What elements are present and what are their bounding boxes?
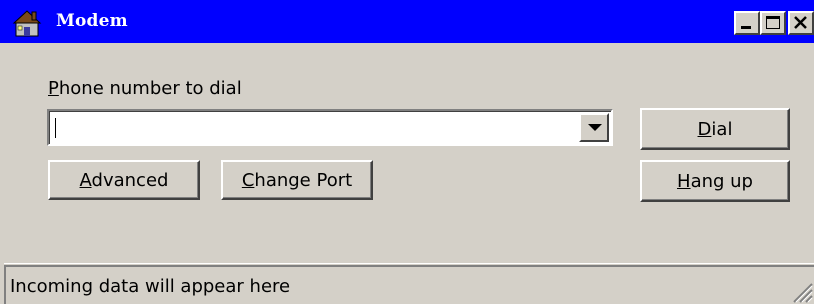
maximize-button[interactable]	[760, 11, 786, 35]
close-button[interactable]	[788, 11, 814, 35]
change-port-mnemonic: C	[241, 169, 255, 191]
status-divider	[4, 263, 814, 264]
phone-label-mnemonic: P	[48, 78, 59, 99]
close-icon	[794, 16, 807, 29]
phone-label-text: hone number to dial	[58, 78, 242, 99]
advanced-label: dvanced	[91, 169, 169, 191]
advanced-button[interactable]: Advanced	[48, 160, 200, 200]
title-bar[interactable]: Modem	[0, 0, 814, 43]
phone-number-label: Phone number to dial	[48, 78, 242, 99]
dial-label: ial	[711, 118, 733, 140]
hang-up-button[interactable]: Hang up	[640, 160, 790, 202]
phone-number-combobox[interactable]	[47, 109, 613, 146]
minimize-icon	[741, 26, 751, 29]
modem-window: Modem Phone number to dial Dial Advanced…	[0, 0, 814, 304]
hang-up-mnemonic: H	[677, 170, 691, 192]
chevron-down-icon	[588, 124, 602, 131]
text-caret	[55, 118, 56, 138]
hang-up-label: ang up	[690, 170, 753, 192]
dropdown-button[interactable]	[579, 113, 609, 142]
advanced-mnemonic: A	[79, 169, 92, 191]
change-port-label: hange Port	[254, 169, 353, 191]
minimize-button[interactable]	[734, 11, 760, 35]
status-bar: Incoming data will appear here	[4, 265, 814, 304]
dial-button[interactable]: Dial	[640, 108, 790, 150]
dial-mnemonic: D	[697, 118, 712, 140]
house-icon[interactable]	[12, 8, 46, 38]
status-text: Incoming data will appear here	[10, 276, 291, 297]
window-title: Modem	[56, 11, 128, 31]
change-port-button[interactable]: Change Port	[221, 160, 373, 200]
maximize-icon	[766, 16, 780, 29]
resize-grip-icon[interactable]	[784, 274, 814, 304]
